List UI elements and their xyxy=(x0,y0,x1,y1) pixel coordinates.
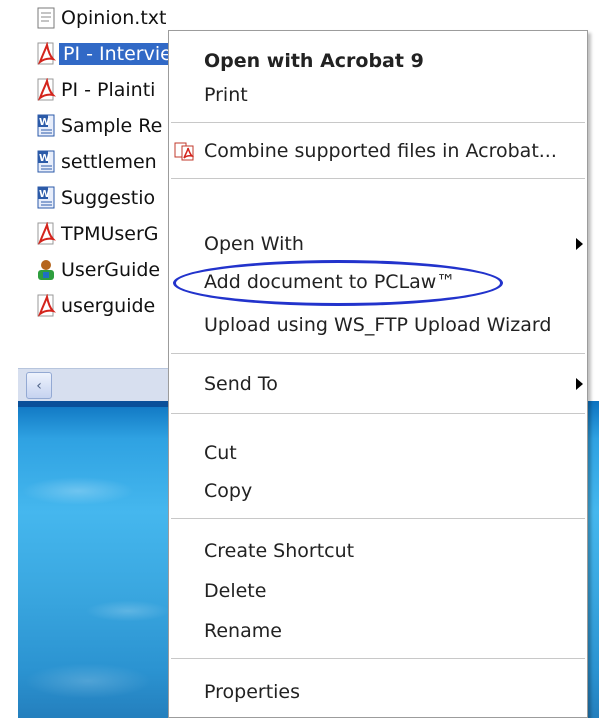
menu-separator xyxy=(171,518,585,519)
file-name: Opinion.txt xyxy=(61,7,167,29)
menu-separator xyxy=(171,353,585,354)
file-name: PI - Plainti xyxy=(61,79,156,101)
menu-item-label: Properties xyxy=(204,681,301,703)
word-file-icon: W xyxy=(34,149,58,175)
menu-item-label: Send To xyxy=(204,373,278,395)
menu-item-label: Create Shortcut xyxy=(204,540,355,562)
menu-separator xyxy=(171,413,585,414)
menu-item-properties[interactable]: Properties xyxy=(169,674,587,710)
user-file-icon xyxy=(34,257,58,283)
menu-item-label: Upload using WS_FTP Upload Wizard xyxy=(204,314,552,336)
pdf-file-icon xyxy=(34,77,58,103)
pdf-file-icon xyxy=(34,293,58,319)
menu-item-combine-acrobat[interactable]: Combine supported files in Acrobat... xyxy=(169,133,587,169)
menu-item-label: Print xyxy=(204,84,248,106)
menu-item-label: Add document to PCLaw™ xyxy=(204,271,456,293)
menu-item-label: Open With xyxy=(204,233,304,255)
menu-item-add-to-pclaw[interactable]: Add document to PCLaw™ xyxy=(169,264,587,300)
word-file-icon: W xyxy=(34,185,58,211)
chevron-left-icon: ‹ xyxy=(36,377,42,394)
left-gutter xyxy=(0,0,18,718)
menu-item-create-shortcut[interactable]: Create Shortcut xyxy=(169,533,587,569)
pdf-file-icon xyxy=(34,41,58,67)
menu-item-label: Copy xyxy=(204,480,253,502)
menu-item-send-to[interactable]: Send To xyxy=(169,366,587,402)
menu-item-open-with-acrobat[interactable]: Open with Acrobat 9 xyxy=(169,43,587,79)
menu-item-upload-ws-ftp[interactable]: Upload using WS_FTP Upload Wizard xyxy=(169,307,587,343)
menu-item-delete[interactable]: Delete xyxy=(169,573,587,609)
file-name: userguide xyxy=(61,295,156,317)
scroll-left-button[interactable]: ‹ xyxy=(26,372,52,399)
file-name: Sample Re xyxy=(61,115,163,137)
menu-separator xyxy=(171,178,585,179)
svg-text:W: W xyxy=(39,117,50,128)
word-file-icon: W xyxy=(34,113,58,139)
pdf-file-icon xyxy=(34,221,58,247)
file-name: Suggestio xyxy=(61,187,156,209)
file-name: TPMUserG xyxy=(61,223,159,245)
menu-item-open-with[interactable]: Open With xyxy=(169,226,587,262)
file-name: settlemen xyxy=(61,151,157,173)
menu-item-rename[interactable]: Rename xyxy=(169,613,587,649)
desktop-horizon xyxy=(18,401,188,407)
menu-item-print[interactable]: Print xyxy=(169,77,587,113)
text-file-icon xyxy=(34,5,58,31)
file-name: UserGuide xyxy=(61,259,161,281)
submenu-arrow-icon xyxy=(576,378,583,390)
menu-item-label: Rename xyxy=(204,620,282,642)
menu-item-cut[interactable]: Cut xyxy=(169,435,587,471)
menu-item-label: Open with Acrobat 9 xyxy=(204,50,424,72)
menu-item-copy[interactable]: Copy xyxy=(169,473,587,509)
submenu-arrow-icon xyxy=(576,238,583,250)
svg-text:W: W xyxy=(39,153,50,164)
acrobat-combine-icon xyxy=(174,140,196,162)
menu-item-label: Cut xyxy=(204,442,237,464)
menu-separator xyxy=(171,658,585,659)
menu-item-label: Delete xyxy=(204,580,267,602)
menu-separator xyxy=(171,122,585,123)
menu-item-label: Combine supported files in Acrobat... xyxy=(204,140,557,162)
context-menu: Open with Acrobat 9 Print Combine suppor… xyxy=(168,30,588,718)
svg-text:W: W xyxy=(39,189,50,200)
